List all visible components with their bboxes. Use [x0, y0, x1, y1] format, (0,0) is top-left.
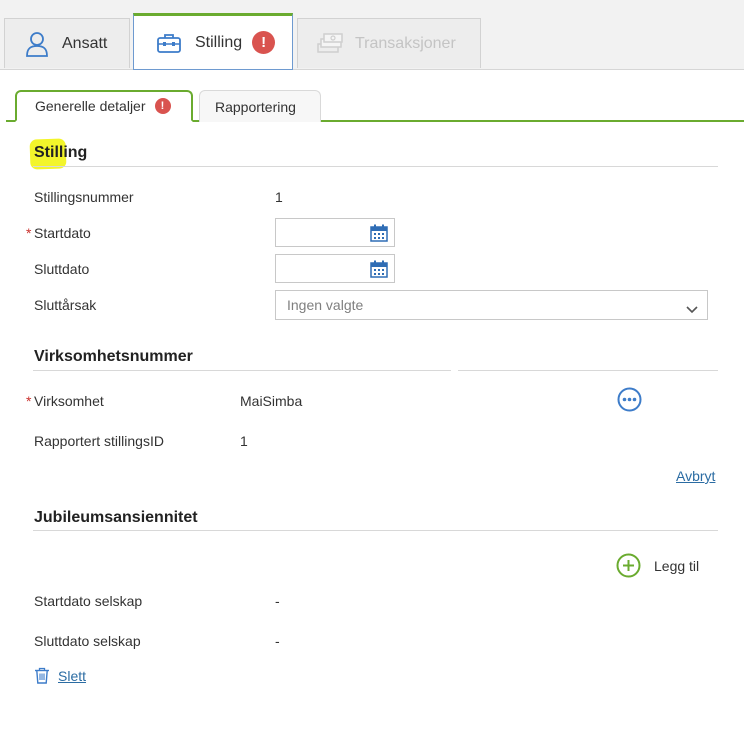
- chevron-down-icon: [686, 301, 698, 317]
- sluttdato-field[interactable]: [275, 254, 395, 283]
- divider: [33, 370, 451, 371]
- alert-icon: !: [154, 98, 171, 114]
- tab-stilling-label: Stilling: [195, 33, 243, 51]
- subtab-rapportering-label: Rapportering: [215, 98, 296, 115]
- sluttarsak-label: Sluttårsak: [34, 297, 97, 313]
- divider: [458, 370, 718, 371]
- tab-transaksjoner[interactable]: Transaksjoner: [297, 18, 481, 68]
- required-marker: *: [26, 225, 32, 241]
- tab-stilling[interactable]: Stilling !: [133, 13, 293, 70]
- tab-ansatt-label: Ansatt: [62, 34, 108, 52]
- money-stack-icon: [316, 32, 344, 55]
- subtab-generelle-detaljer[interactable]: Generelle detaljer !: [15, 90, 193, 122]
- calendar-icon[interactable]: [370, 260, 388, 281]
- delete-link[interactable]: Slett: [58, 668, 86, 684]
- alert-icon: !: [252, 31, 276, 54]
- sluttarsak-select[interactable]: Ingen valgte: [275, 290, 708, 320]
- add-button[interactable]: Legg til: [616, 553, 699, 578]
- calendar-icon[interactable]: [370, 224, 388, 245]
- add-button-label: Legg til: [654, 557, 700, 574]
- virksomhet-label: Virksomhet: [34, 393, 104, 409]
- sluttdato-selskap-value: -: [275, 633, 280, 649]
- divider: [33, 530, 718, 531]
- stillingsnummer-label: Stillingsnummer: [34, 189, 134, 205]
- tab-ansatt[interactable]: Ansatt: [4, 18, 130, 68]
- avbryt-link[interactable]: Avbryt: [676, 468, 715, 484]
- divider: [33, 166, 718, 167]
- startdato-field[interactable]: [275, 218, 395, 247]
- section-title-stilling: Stilling: [34, 144, 88, 161]
- section-title-jubileumsansiennitet: Jubileumsansiennitet: [34, 509, 198, 526]
- plus-circle-icon: [616, 553, 641, 578]
- sluttarsak-selected: Ingen valgte: [287, 297, 364, 313]
- required-marker: *: [26, 393, 32, 409]
- more-options-button[interactable]: [617, 387, 642, 415]
- rapportert-stillingsid-value: 1: [240, 433, 248, 449]
- tab-transaksjoner-label: Transaksjoner: [355, 34, 456, 52]
- sluttdato-label: Sluttdato: [34, 261, 90, 277]
- rapportert-stillingsid-label: Rapportert stillingsID: [34, 433, 164, 449]
- top-tab-bar: Ansatt Stilling ! Transaksjoner: [0, 0, 744, 70]
- sluttdato-selskap-label: Sluttdato selskap: [34, 633, 141, 649]
- trash-icon: [35, 667, 49, 684]
- startdato-label: Startdato: [34, 225, 91, 241]
- stillingsnummer-value: 1: [275, 189, 283, 205]
- startdato-selskap-value: -: [275, 593, 280, 609]
- delete-button[interactable]: Slett: [34, 667, 86, 684]
- ellipsis-icon: [617, 387, 642, 412]
- briefcase-icon: [156, 32, 182, 54]
- subtab-rapportering[interactable]: Rapportering: [199, 90, 321, 122]
- virksomhet-value: MaiSimba: [240, 393, 303, 409]
- person-icon: [25, 31, 49, 57]
- section-title-virksomhetsnummer: Virksomhetsnummer: [34, 348, 193, 365]
- startdato-selskap-label: Startdato selskap: [34, 593, 143, 609]
- subtab-generelle-detaljer-label: Generelle detaljer: [35, 98, 146, 114]
